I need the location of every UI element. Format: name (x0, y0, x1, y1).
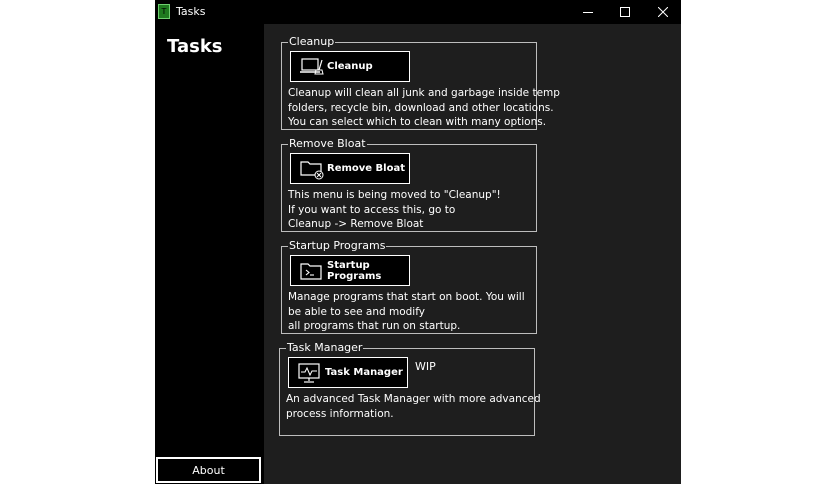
description-line: all programs that run on startup. (288, 320, 461, 332)
description-line: If you want to access this, go to (288, 203, 456, 216)
description-line: be able to see and modify (288, 305, 425, 318)
sidebar: Tasks About (155, 24, 264, 484)
about-button[interactable]: About (156, 457, 261, 483)
cleanup-button[interactable]: Cleanup (290, 51, 410, 82)
description-line: folders, recycle bin, download and other… (288, 101, 554, 114)
title-bar[interactable]: T Tasks (155, 0, 681, 24)
laptop-broom-icon (299, 56, 325, 78)
remove-bloat-description: This menu is being moved to "Cleanup"! I… (288, 188, 538, 232)
description-line: An advanced Task Manager with more advan… (286, 393, 541, 405)
group-task-manager: Task Manager Task Manager WIP An advance… (279, 341, 541, 436)
folder-terminal-icon (299, 260, 325, 282)
folder-remove-icon (299, 158, 325, 180)
remove-bloat-button[interactable]: Remove Bloat (290, 153, 410, 184)
close-button[interactable] (645, 0, 681, 24)
startup-programs-button-label: Startup Programs (327, 259, 382, 282)
description-line: Cleanup will clean all junk and garbage … (288, 87, 560, 99)
maximize-button[interactable] (607, 0, 643, 24)
group-startup-programs: Startup Programs Startup Programs Manage… (281, 239, 538, 334)
task-manager-button[interactable]: Task Manager (288, 357, 408, 388)
app-icon: T (158, 4, 170, 19)
description-line: process information. (286, 407, 394, 420)
group-title-task-manager: Task Manager (286, 341, 364, 355)
minimize-icon (583, 12, 593, 13)
monitor-activity-icon (297, 362, 323, 384)
remove-bloat-button-label: Remove Bloat (327, 163, 406, 174)
group-cleanup: Cleanup Cleanup Cleanup will clean all j… (281, 35, 560, 130)
sidebar-title: Tasks (167, 36, 223, 57)
description-line: Cleanup -> Remove Bloat (288, 218, 424, 230)
group-title-startup-programs: Startup Programs (288, 239, 387, 253)
group-remove-bloat: Remove Bloat Remove Bloat This menu is b… (281, 137, 538, 232)
cleanup-description: Cleanup will clean all junk and garbage … (288, 86, 560, 130)
close-icon (658, 7, 668, 17)
maximize-icon (620, 7, 630, 17)
window-title: Tasks (176, 5, 206, 18)
group-title-cleanup: Cleanup (288, 35, 336, 49)
tasks-window: T Tasks Tasks About Cleanup Cleanup Clea… (155, 0, 681, 484)
description-line: Manage programs that start on boot. You … (288, 291, 525, 303)
task-manager-button-label: Task Manager (325, 367, 403, 378)
description-line: You can select which to clean with many … (288, 116, 547, 128)
wip-label: WIP (415, 360, 436, 373)
task-manager-description: An advanced Task Manager with more advan… (286, 392, 541, 421)
startup-programs-button[interactable]: Startup Programs (290, 255, 410, 286)
description-line: This menu is being moved to "Cleanup"! (288, 189, 501, 201)
startup-programs-description: Manage programs that start on boot. You … (288, 290, 538, 334)
minimize-button[interactable] (570, 0, 606, 24)
group-title-remove-bloat: Remove Bloat (288, 137, 367, 151)
cleanup-button-label: Cleanup (327, 61, 373, 72)
